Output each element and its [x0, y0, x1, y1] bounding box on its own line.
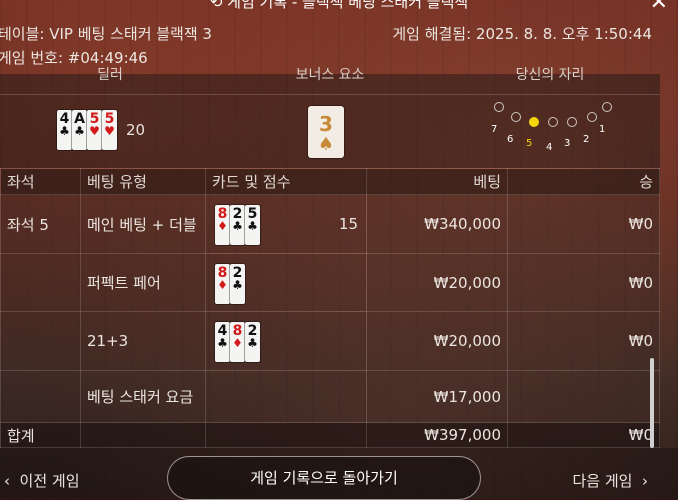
- seat-cell: [0, 253, 81, 312]
- total-empty: [205, 422, 367, 448]
- seat-cell: 좌석 5: [0, 194, 81, 254]
- summary-divider: [0, 94, 660, 95]
- win-cell: ₩0: [507, 253, 660, 312]
- history-icon: ⟲: [209, 0, 228, 11]
- playing-card: 8 ♦: [230, 322, 245, 362]
- total-row: 합계 ₩397,000 ₩0: [0, 422, 660, 448]
- seat-indicator: [602, 102, 612, 112]
- resolved-time: 게임 해결됨: 2025. 8. 8. 오후 1:50:44: [392, 25, 652, 43]
- playing-card: A ♣: [72, 110, 87, 150]
- playing-card: 5 ♥: [102, 110, 117, 150]
- bet-type-cell: 21+3: [80, 311, 206, 371]
- cards-cell: 8 ♦ 2 ♣ 5 ♣ 15: [205, 194, 367, 254]
- header-cards: 카드 및 점수: [205, 168, 367, 195]
- bets-table: 좌석 베팅 유형 카드 및 점수 베팅 승 좌석 5 메인 베팅 + 더블 8 ♦…: [0, 168, 660, 448]
- seat-indicator: [494, 102, 504, 112]
- bet-cell: ₩340,000: [366, 194, 508, 254]
- seat-cell: [0, 370, 81, 423]
- dialog-title: ⟲ 게임 기록 - 블랙잭 베팅 스태커 블랙잭: [0, 0, 678, 12]
- seat-indicator: [587, 112, 597, 122]
- chevron-left-icon: ‹: [4, 472, 10, 490]
- seat-number: 1: [599, 124, 606, 135]
- cards-cell: 8 ♦ 2 ♣: [205, 253, 367, 312]
- bonus-multiplier-card: 3 ♠: [308, 106, 344, 158]
- seat-number: 6: [507, 134, 514, 145]
- seat-indicator: [567, 117, 577, 127]
- next-game-button[interactable]: 다음 게임 ›: [572, 470, 648, 491]
- seat-number: 7: [491, 124, 498, 135]
- dealer-score: 20: [126, 121, 146, 139]
- playing-card: 2 ♣: [245, 322, 260, 362]
- table-row: 좌석 5 메인 베팅 + 더블 8 ♦ 2 ♣ 5 ♣ 15 ₩340,000 ₩0: [0, 194, 660, 254]
- header-bet-type: 베팅 유형: [80, 168, 206, 195]
- seat-indicator: [548, 117, 558, 127]
- bet-type-cell: 메인 베팅 + 더블: [80, 194, 206, 254]
- seat-number: 3: [564, 138, 571, 149]
- close-icon[interactable]: ✕: [650, 0, 668, 14]
- dialog-footer: ‹ 이전 게임 게임 기록으로 돌아가기 다음 게임 ›: [0, 448, 678, 500]
- playing-card: 4 ♣: [57, 110, 72, 150]
- hand-score: 15: [338, 215, 358, 233]
- win-cell: ₩0: [507, 311, 660, 371]
- table-label: 테이블: VIP 베팅 스태커 블랙잭 3: [0, 25, 212, 43]
- playing-card: 8 ♦: [215, 205, 230, 245]
- playing-card: 2 ♣: [230, 263, 245, 304]
- bet-type-cell: 퍼펙트 페어: [80, 253, 206, 312]
- table-row: 베팅 스태커 요금 ₩17,000: [0, 370, 660, 423]
- dealer-header: 딜러: [97, 67, 123, 83]
- seat-number: 4: [546, 142, 553, 153]
- seat-number: 5: [526, 138, 533, 149]
- table-row: 퍼펙트 페어 8 ♦ 2 ♣ ₩20,000 ₩0: [0, 253, 660, 312]
- previous-game-button[interactable]: ‹ 이전 게임: [4, 470, 80, 491]
- playing-card: 5 ♣: [245, 205, 260, 245]
- table-header-row: 좌석 베팅 유형 카드 및 점수 베팅 승: [0, 168, 660, 195]
- seat-header: 당신의 자리: [515, 67, 585, 83]
- chevron-right-icon: ›: [642, 472, 648, 490]
- header-win: 승: [507, 168, 660, 195]
- dialog-header: ⟲ 게임 기록 - 블랙잭 베팅 스태커 블랙잭 ✕: [0, 0, 678, 14]
- seat-number: 2: [583, 134, 590, 145]
- header-bet: 베팅: [366, 168, 508, 195]
- game-history-dialog: ⟲ 게임 기록 - 블랙잭 베팅 스태커 블랙잭 ✕ 테이블: VIP 베팅 스…: [0, 0, 678, 500]
- total-win: ₩0: [507, 422, 660, 448]
- total-empty: [80, 422, 206, 448]
- seat-indicator: [511, 112, 521, 122]
- round-summary: 딜러 보너스 요소 당신의 자리 4 ♣ A ♣ 5 ♥ 5 ♥ 20 3 ♠ 7654321: [0, 67, 660, 168]
- seat-cell: [0, 311, 81, 371]
- back-to-history-button[interactable]: 게임 기록으로 돌아가기: [167, 456, 481, 500]
- playing-card: 5 ♥: [87, 110, 102, 150]
- playing-card: 4 ♣: [215, 322, 230, 362]
- total-label: 합계: [0, 422, 81, 448]
- cards-cell: [205, 370, 367, 423]
- win-cell: [507, 370, 660, 423]
- scrollbar[interactable]: [650, 358, 654, 448]
- header-seat: 좌석: [0, 168, 81, 195]
- bet-cell: ₩17,000: [366, 370, 508, 423]
- bonus-header: 보너스 요소: [295, 67, 365, 83]
- bet-type-cell: 베팅 스태커 요금: [80, 370, 206, 423]
- playing-card: 2 ♣: [230, 205, 245, 245]
- bet-cell: ₩20,000: [366, 253, 508, 312]
- win-cell: ₩0: [507, 194, 660, 254]
- cards-cell: 4 ♣ 8 ♦ 2 ♣: [205, 311, 367, 371]
- bet-cell: ₩20,000: [366, 311, 508, 371]
- playing-card: 8 ♦: [215, 263, 230, 304]
- seat-indicator: [529, 117, 539, 127]
- table-row: 21+3 4 ♣ 8 ♦ 2 ♣ ₩20,000 ₩0: [0, 311, 660, 371]
- total-bet: ₩397,000: [366, 422, 508, 448]
